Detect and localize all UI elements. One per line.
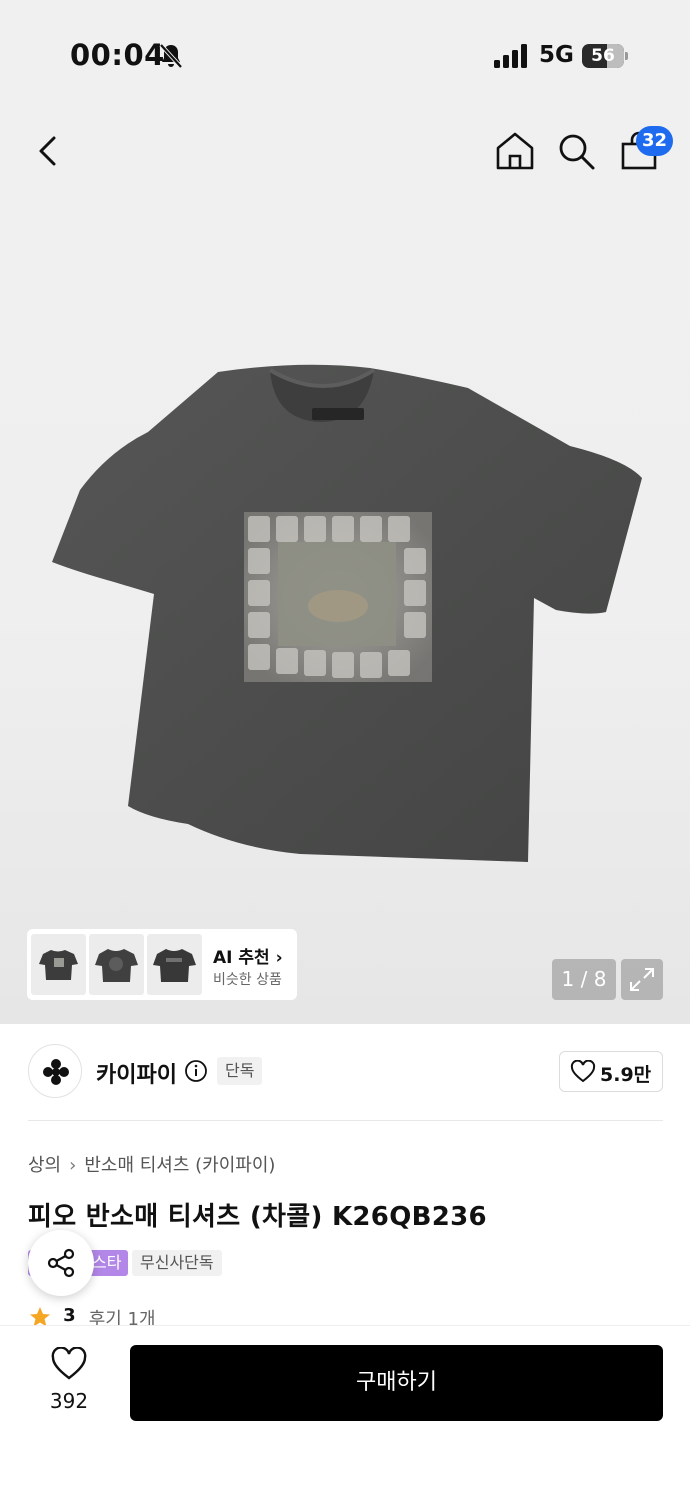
image-pager: 1 / 8	[552, 959, 616, 1000]
buy-button[interactable]: 구매하기	[130, 1345, 663, 1421]
status-bar: 00:04 5G 56	[0, 0, 690, 110]
home-icon[interactable]	[494, 130, 536, 172]
expand-icon[interactable]	[621, 959, 663, 1000]
brand-like-button[interactable]: 5.9만	[559, 1051, 663, 1092]
battery-level: 56	[591, 46, 615, 66]
star-icon	[30, 1307, 50, 1327]
product-tshirt-image[interactable]	[48, 362, 648, 872]
ai-recommend-title: AI 추천 ›	[213, 948, 283, 968]
breadcrumb: 상의 › 반소매 티셔츠 (카이파이)	[28, 1151, 275, 1177]
breadcrumb-item[interactable]: 반소매 티셔츠 (카이파이)	[84, 1151, 275, 1177]
bell-slash-icon	[159, 43, 183, 69]
info-icon[interactable]	[184, 1059, 208, 1083]
wishlist-button[interactable]: 392	[30, 1347, 108, 1417]
cart-count-badge: 32	[636, 126, 674, 156]
rating-score: 3	[63, 1305, 76, 1326]
status-time: 00:04	[70, 38, 165, 72]
product-image-gallery[interactable]: 00:04 5G 56 32 AI 추천 › 비슷한 상품 1 / 8	[0, 0, 690, 1024]
battery-indicator: 56	[582, 44, 628, 68]
brand-like-count: 5.9만	[600, 1064, 652, 1086]
ai-recommend-subtitle: 비슷한 상품	[213, 972, 282, 988]
share-icon	[47, 1248, 75, 1278]
ai-recommend-card[interactable]: AI 추천 › 비슷한 상품	[27, 929, 297, 1000]
clover-logo-icon	[43, 1059, 69, 1085]
wishlist-count: 392	[49, 1389, 89, 1413]
share-button[interactable]	[28, 1230, 94, 1296]
chevron-left-icon[interactable]	[30, 130, 66, 172]
brand-logo[interactable]	[28, 1044, 82, 1098]
recommend-thumbnail[interactable]	[89, 934, 144, 995]
brand-name[interactable]: 카이파이	[96, 1057, 177, 1089]
chevron-right-icon: ›	[275, 948, 283, 968]
product-title: 피오 반소매 티셔츠 (차콜) K26QB236	[28, 1202, 487, 1232]
signal-bars-icon	[494, 44, 527, 68]
chevron-right-icon: ›	[69, 1155, 77, 1176]
breadcrumb-item[interactable]: 상의	[28, 1151, 61, 1177]
musinsa-exclusive-tag: 무신사단독	[132, 1250, 222, 1276]
divider	[28, 1120, 663, 1121]
recommend-thumbnail[interactable]	[31, 934, 86, 995]
rating-row[interactable]: 3 후기 1개	[28, 1305, 156, 1327]
search-icon[interactable]	[556, 130, 596, 172]
heart-icon	[570, 1060, 596, 1083]
network-label: 5G	[539, 42, 574, 68]
exclusive-badge: 단독	[217, 1057, 263, 1085]
review-count[interactable]: 후기 1개	[89, 1305, 156, 1327]
heart-icon	[51, 1347, 87, 1380]
recommend-thumbnail[interactable]	[147, 934, 202, 995]
